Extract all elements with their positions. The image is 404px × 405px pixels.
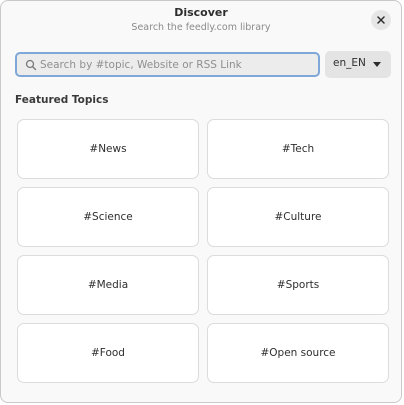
search-icon <box>25 59 37 71</box>
topic-card-culture[interactable]: #Culture <box>207 187 389 247</box>
language-select-value: en_EN <box>333 57 366 69</box>
close-icon <box>377 16 385 24</box>
topic-card-sports[interactable]: #Sports <box>207 255 389 315</box>
topic-card-open-source[interactable]: #Open source <box>207 323 389 383</box>
topic-card-news[interactable]: #News <box>17 119 199 179</box>
close-button[interactable] <box>371 10 391 30</box>
featured-topics-heading: Featured Topics <box>15 94 109 106</box>
topic-card-food[interactable]: #Food <box>17 323 199 383</box>
language-select[interactable]: en_EN <box>325 51 391 78</box>
dialog-title: Discover <box>174 6 228 19</box>
topic-card-media[interactable]: #Media <box>17 255 199 315</box>
search-field[interactable] <box>15 52 320 77</box>
dialog-subtitle: Search the feedly.com library <box>131 22 271 33</box>
chevron-down-icon <box>373 62 381 67</box>
topic-card-science[interactable]: #Science <box>17 187 199 247</box>
discover-dialog: Discover Search the feedly.com library e… <box>0 0 402 403</box>
topic-card-tech[interactable]: #Tech <box>207 119 389 179</box>
search-input[interactable] <box>40 54 315 75</box>
dialog-header: Discover Search the feedly.com library <box>1 1 401 41</box>
